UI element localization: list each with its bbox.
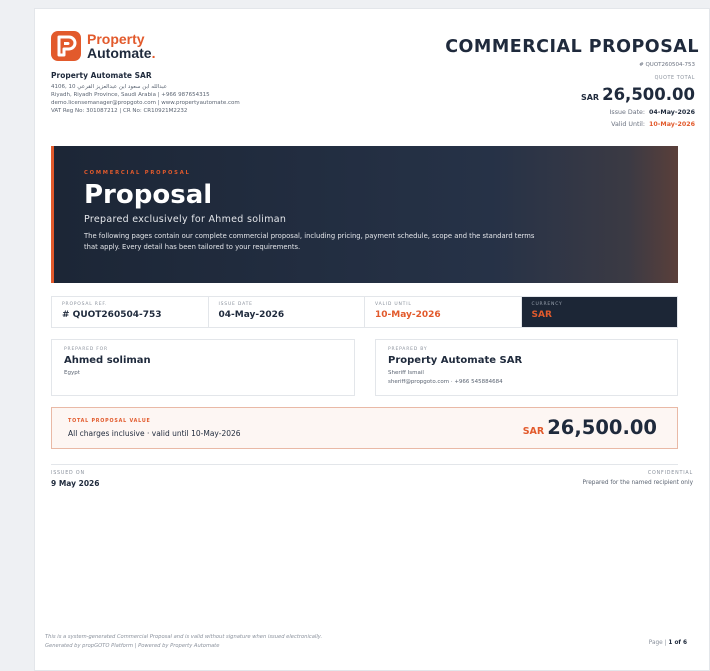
issue-date-row: Issue Date: 04-May-2026 bbox=[610, 109, 695, 116]
currency-value: SAR bbox=[531, 310, 552, 320]
valid-until-value: 10-May-2026 bbox=[649, 121, 695, 128]
quote-total-amount: 26,500.00 bbox=[602, 85, 695, 104]
total-amount: 26,500.00 bbox=[547, 416, 657, 439]
issue-date-value: 04-May-2026 bbox=[649, 109, 695, 116]
property-automate-logo-icon bbox=[51, 31, 81, 61]
footer-disclaimer: This is a system-generated Commercial Pr… bbox=[45, 634, 323, 640]
prepared-by-name: Property Automate SAR bbox=[388, 355, 523, 366]
prepared-by-label: PREPARED BY bbox=[388, 347, 428, 352]
issued-on-label: ISSUED ON bbox=[51, 471, 85, 476]
prepared-by-contact-details: sheriff@propgoto.com · +966 545884684 bbox=[388, 379, 503, 385]
valid-until-row: Valid Until: 10-May-2026 bbox=[611, 121, 695, 128]
total-currency: SAR bbox=[522, 426, 545, 437]
currency-label: CURRENCY bbox=[531, 302, 563, 307]
company-registration-line: VAT Reg No: 301087212 | CR No: CR10921M2… bbox=[51, 108, 188, 114]
info-valid-until-label: VALID UNTIL bbox=[375, 302, 412, 307]
info-cell-currency: CURRENCY SAR bbox=[521, 297, 677, 327]
info-valid-until-value: 10-May-2026 bbox=[375, 310, 441, 320]
hero-banner: COMMERCIAL PROPOSAL Proposal Prepared ex… bbox=[51, 146, 678, 283]
total-value-note: All charges inclusive · valid until 10-M… bbox=[68, 429, 241, 438]
quote-total: SAR 26,500.00 bbox=[581, 85, 695, 104]
hero-title: Proposal bbox=[84, 180, 213, 210]
brand-logo: Property Automate. bbox=[51, 31, 155, 61]
hero-subtitle: Prepared exclusively for Ahmed soliman bbox=[84, 214, 287, 225]
info-strip: PROPOSAL REF. # QUOT260504-753 ISSUE DAT… bbox=[51, 296, 678, 328]
prepared-by-card: PREPARED BY Property Automate SAR Sherif… bbox=[375, 339, 678, 396]
prepared-for-card: PREPARED FOR Ahmed soliman Egypt bbox=[51, 339, 355, 396]
total-value-label: TOTAL PROPOSAL VALUE bbox=[68, 419, 151, 424]
confidential-label: CONFIDENTIAL bbox=[647, 471, 693, 476]
company-contact-line: demo.licensemanager@propgoto.com | www.p… bbox=[51, 100, 240, 106]
prepared-for-country: Egypt bbox=[64, 370, 80, 376]
quote-reference: # QUOT260504-753 bbox=[639, 62, 695, 68]
page-number-prefix: Page | bbox=[648, 640, 667, 646]
info-cell-valid-until: VALID UNTIL 10-May-2026 bbox=[365, 297, 522, 327]
quote-total-label: QUOTE TOTAL bbox=[654, 76, 695, 81]
info-cell-proposal-ref: PROPOSAL REF. # QUOT260504-753 bbox=[52, 297, 209, 327]
footer-generated-by: Generated by propGOTO Platform | Powered… bbox=[45, 643, 220, 649]
valid-until-label: Valid Until: bbox=[611, 121, 646, 128]
brand-name-line1: Property bbox=[87, 31, 145, 47]
page-number-value: 1 of 6 bbox=[668, 640, 687, 646]
company-details: Property Automate SAR 4106, 10 عبدالله ا… bbox=[51, 71, 351, 115]
hero-eyebrow: COMMERCIAL PROPOSAL bbox=[84, 170, 191, 176]
prepared-for-name: Ahmed soliman bbox=[64, 355, 151, 366]
info-issue-date-label: ISSUE DATE bbox=[218, 302, 253, 307]
prepared-for-label: PREPARED FOR bbox=[64, 347, 108, 352]
company-address-line1: 4106, 10 عبدالله ابن سعود ابن عبدالعزيز … bbox=[51, 84, 168, 90]
hero-body: The following pages contain our complete… bbox=[84, 232, 535, 251]
company-name: Property Automate SAR bbox=[51, 71, 152, 80]
proposal-ref-label: PROPOSAL REF. bbox=[62, 302, 108, 307]
info-cell-issue-date: ISSUE DATE 04-May-2026 bbox=[209, 297, 365, 327]
issue-date-label: Issue Date: bbox=[609, 109, 646, 116]
total-proposal-value-box: TOTAL PROPOSAL VALUE All charges inclusi… bbox=[51, 407, 678, 449]
brand-name-line2: Automate bbox=[87, 45, 152, 61]
prepared-by-contact-name: Sheriff Ismail bbox=[388, 370, 424, 376]
issued-on-date: 9 May 2026 bbox=[51, 479, 100, 488]
quote-total-currency: SAR bbox=[580, 93, 600, 102]
company-address-line2: Riyadh, Riyadh Province, Saudi Arabia | … bbox=[51, 92, 210, 98]
document-title: COMMERCIAL PROPOSAL bbox=[445, 37, 699, 57]
section-divider bbox=[51, 464, 678, 465]
info-issue-date-value: 04-May-2026 bbox=[218, 310, 285, 320]
proposal-page: Property Automate. Property Automate SAR… bbox=[34, 8, 710, 671]
page-number: Page | 1 of 6 bbox=[649, 640, 687, 646]
confidential-note: Prepared for the named recipient only bbox=[582, 480, 693, 486]
proposal-ref-value: # QUOT260504-753 bbox=[62, 310, 162, 320]
total-value: SAR 26,500.00 bbox=[523, 416, 657, 439]
